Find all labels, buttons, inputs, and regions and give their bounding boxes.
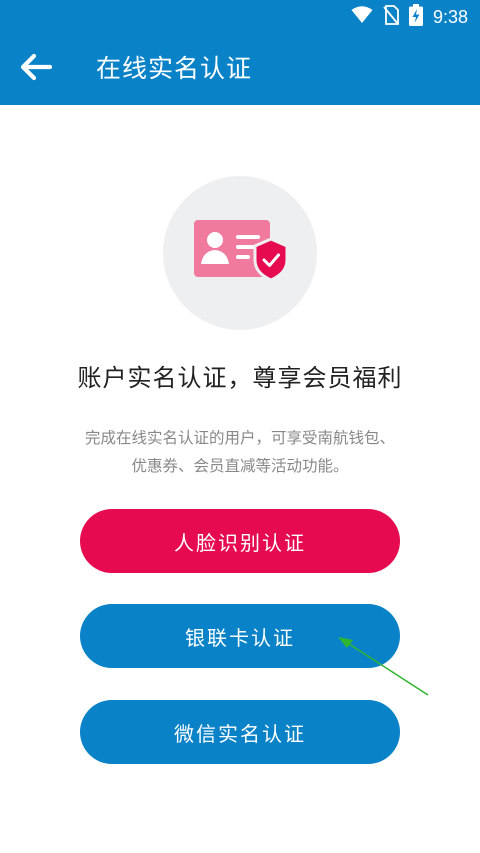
status-icons: 9:38 (351, 4, 468, 30)
back-button[interactable] (14, 47, 58, 91)
hero-illustration (163, 176, 317, 330)
page-title: 在线实名认证 (96, 54, 253, 83)
face-recognition-button[interactable]: 人脸识别认证 (80, 509, 400, 573)
description: 完成在线实名认证的用户，可享受南航钱包、 优惠券、会员直减等活动功能。 (40, 424, 440, 480)
description-line: 完成在线实名认证的用户，可享受南航钱包、 (84, 429, 395, 447)
wechat-verification-button[interactable]: 微信实名认证 (80, 700, 400, 764)
status-time: 9:38 (432, 6, 468, 27)
unionpay-card-button-label: 银联卡认证 (185, 625, 295, 650)
wifi-icon (351, 6, 373, 28)
battery-charging-icon (408, 4, 423, 30)
headline: 账户实名认证，尊享会员福利 (77, 364, 403, 392)
app-bar: 在线实名认证 (0, 33, 480, 105)
face-recognition-button-label: 人脸识别认证 (174, 530, 306, 555)
no-sim-icon (383, 5, 399, 29)
wechat-verification-button-label: 微信实名认证 (174, 721, 306, 746)
id-card-shield-icon (194, 220, 289, 282)
unionpay-card-button[interactable]: 银联卡认证 (80, 604, 400, 668)
description-line: 优惠券、会员直减等活动功能。 (131, 457, 349, 475)
back-arrow-icon (20, 53, 53, 85)
status-bar: 9:38 (0, 0, 480, 33)
